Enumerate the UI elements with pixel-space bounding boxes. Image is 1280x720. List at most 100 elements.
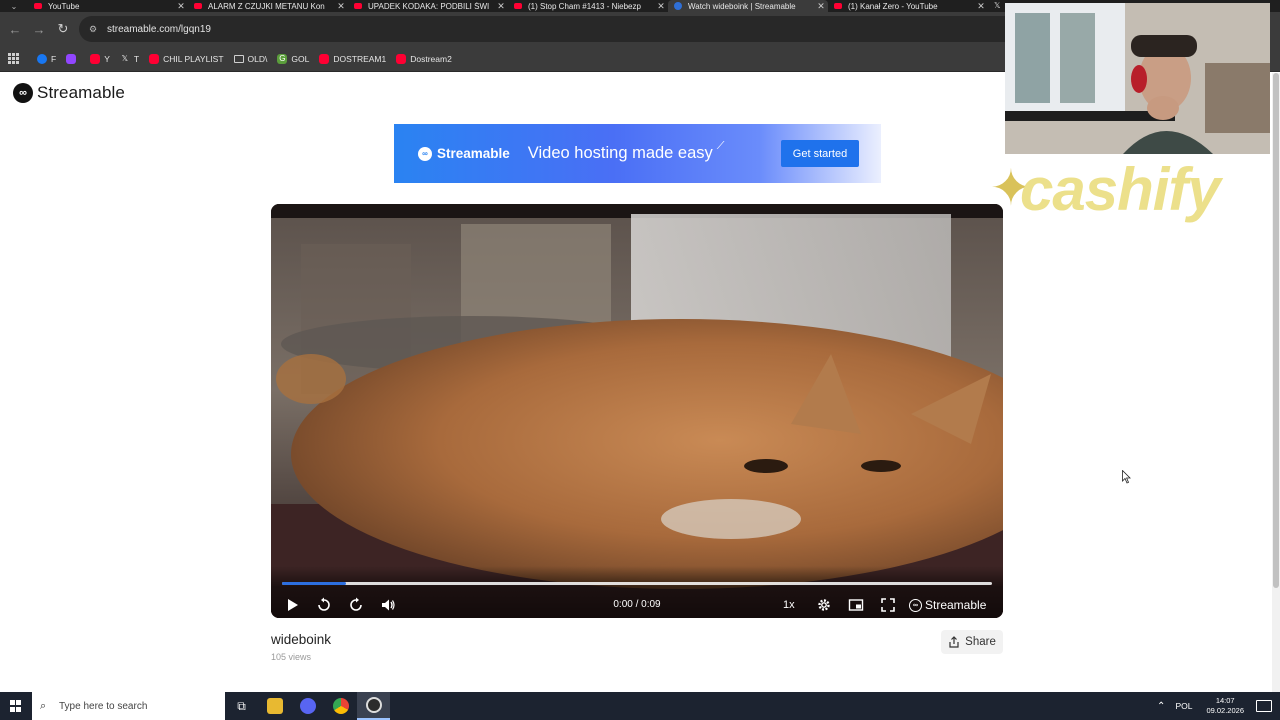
streamable-player-icon: ∞: [909, 598, 922, 612]
gol-icon: G: [277, 53, 288, 64]
picture-in-picture-icon[interactable]: [847, 596, 865, 614]
tab-close-icon[interactable]: ✕: [974, 1, 988, 12]
x-icon: 𝕏: [121, 53, 129, 63]
taskbar-search-box[interactable]: ⌕ Type here to search: [32, 692, 225, 720]
share-button[interactable]: Share: [941, 630, 1003, 654]
streamable-logo-icon: ∞: [13, 83, 33, 103]
view-count: 105 views: [271, 652, 312, 662]
youtube-icon: [834, 3, 842, 9]
bookmark-item[interactable]: OLD\: [229, 49, 273, 69]
youtube-icon: [319, 53, 330, 64]
twitch-icon: [66, 53, 77, 64]
bookmark-label: DOSTREAM1: [333, 53, 387, 64]
tab-close-icon[interactable]: ✕: [814, 1, 828, 12]
seek-bar-progress: [282, 582, 346, 585]
time-display: 0:00 / 0:09: [613, 599, 661, 610]
video-frame[interactable]: [271, 204, 1003, 618]
browser-tab[interactable]: YouTube ✕: [28, 0, 188, 12]
site-info-icon[interactable]: ⚙: [85, 24, 101, 35]
sponsor-wordmark: cashify: [1020, 156, 1221, 223]
windows-start-button[interactable]: [0, 692, 32, 720]
bookmark-item[interactable]: CHIL PLAYLIST: [144, 49, 228, 69]
seek-bar[interactable]: [282, 582, 992, 585]
playback-speed-button[interactable]: 1x: [783, 599, 795, 611]
browser-tab[interactable]: ALARM Z CZUJKI METANU Kon ✕: [188, 0, 348, 12]
bookmark-label: Dostream2: [410, 53, 452, 64]
play-icon[interactable]: [283, 596, 301, 614]
clock[interactable]: 14:07 09.02.2026: [1206, 696, 1244, 716]
page-scrollbar[interactable]: [1272, 73, 1280, 692]
apps-grid-icon[interactable]: [8, 52, 20, 65]
browser-tab[interactable]: (1) Stop Cham #1413 - Niebezp ✕: [508, 0, 668, 12]
system-tray: ⌃ POL 14:07 09.02.2026: [1157, 692, 1280, 720]
bookmark-label: CHIL PLAYLIST: [163, 53, 224, 64]
task-view-icon[interactable]: ⧉: [225, 692, 258, 720]
bookmark-item[interactable]: 𝕏T: [115, 49, 144, 69]
bookmark-item[interactable]: G GOL: [272, 49, 314, 69]
tab-close-icon[interactable]: ✕: [494, 1, 508, 12]
taskbar: ⌕ Type here to search ⧉ ⌃ POL 14:07 09.0…: [0, 692, 1280, 720]
scrollbar-thumb[interactable]: [1273, 73, 1279, 588]
tab-close-icon[interactable]: ✕: [174, 1, 188, 12]
player-brand-logo[interactable]: ∞ Streamable: [909, 598, 986, 612]
windows-logo-icon: [10, 700, 22, 712]
bookmark-item[interactable]: Dostream2: [391, 49, 457, 69]
chrome-icon[interactable]: [324, 692, 357, 720]
streamable-logo[interactable]: ∞ Streamable: [13, 83, 125, 103]
bookmark-item[interactable]: Y: [85, 49, 115, 69]
youtube-icon: [354, 3, 362, 9]
bookmark-label: Y: [104, 53, 110, 64]
discord-icon[interactable]: [291, 692, 324, 720]
tab-label: YouTube: [48, 1, 80, 11]
ad-banner[interactable]: ∞ Streamable Video hosting made easy ⟋ G…: [394, 124, 881, 183]
streamable-banner-icon: ∞: [418, 146, 432, 161]
folder-icon: [233, 54, 244, 63]
file-explorer-icon[interactable]: [258, 692, 291, 720]
tab-label: UPADEK KODAKA: PODBILI ŚWI: [368, 1, 490, 11]
bookmark-item[interactable]: [61, 49, 85, 69]
tab-label: ALARM Z CZUJKI METANU Kon: [208, 1, 325, 11]
youtube-icon: [90, 53, 101, 64]
video-player[interactable]: 0:00 / 0:09 1x ∞ Streamable: [271, 204, 1003, 618]
tab-close-icon[interactable]: ✕: [334, 1, 348, 12]
fullscreen-icon[interactable]: [879, 596, 897, 614]
tab-label: (1) Stop Cham #1413 - Niebezp: [528, 1, 641, 11]
forward-icon[interactable]: [347, 596, 365, 614]
sponsor-logo: ✦ cashify: [990, 155, 1270, 235]
tab-close-icon[interactable]: ✕: [654, 1, 668, 12]
get-started-button[interactable]: Get started: [781, 140, 859, 167]
clock-date: 09.02.2026: [1206, 706, 1244, 715]
youtube-icon: [34, 3, 42, 9]
youtube-icon: [149, 53, 160, 64]
volume-icon[interactable]: [379, 596, 397, 614]
youtube-icon: [396, 53, 407, 64]
bookmark-item[interactable]: DOSTREAM1: [314, 49, 391, 69]
browser-tab[interactable]: (1) Kanał Zero - YouTube ✕: [828, 0, 988, 12]
search-icon: ⌕: [40, 699, 47, 712]
tab-label: Watch wideboink | Streamable: [688, 1, 796, 11]
youtube-icon: [514, 3, 522, 9]
banner-brand: Streamable: [437, 146, 510, 161]
rewind-icon[interactable]: [315, 596, 333, 614]
forward-arrow-icon[interactable]: →: [27, 17, 51, 41]
tab-label: (1) Kanał Zero - YouTube: [848, 1, 938, 11]
settings-gear-icon[interactable]: [815, 596, 833, 614]
reload-icon[interactable]: ↻: [51, 17, 75, 41]
bookmark-label: GOL: [291, 53, 310, 64]
input-language[interactable]: POL: [1175, 701, 1192, 711]
back-arrow-icon[interactable]: ←: [3, 17, 27, 41]
tray-overflow-icon[interactable]: ⌃: [1157, 701, 1165, 712]
youtube-icon: [194, 3, 202, 9]
obs-icon[interactable]: [357, 692, 390, 720]
share-icon: [949, 636, 959, 648]
bookmark-item[interactable]: F: [32, 49, 61, 69]
facebook-icon: [37, 53, 47, 64]
browser-tab[interactable]: Watch wideboink | Streamable ✕: [668, 0, 828, 12]
browser-tab[interactable]: UPADEK KODAKA: PODBILI ŚWI ✕: [348, 0, 508, 12]
player-controls: 0:00 / 0:09 1x ∞ Streamable: [271, 566, 1003, 618]
player-brand-text: Streamable: [925, 598, 987, 612]
banner-tagline: Video hosting made easy: [527, 144, 713, 162]
bookmark-label: F: [51, 53, 57, 64]
notification-icon[interactable]: [1256, 700, 1272, 712]
tab-search-chevron-icon[interactable]: ⌄: [0, 0, 28, 12]
